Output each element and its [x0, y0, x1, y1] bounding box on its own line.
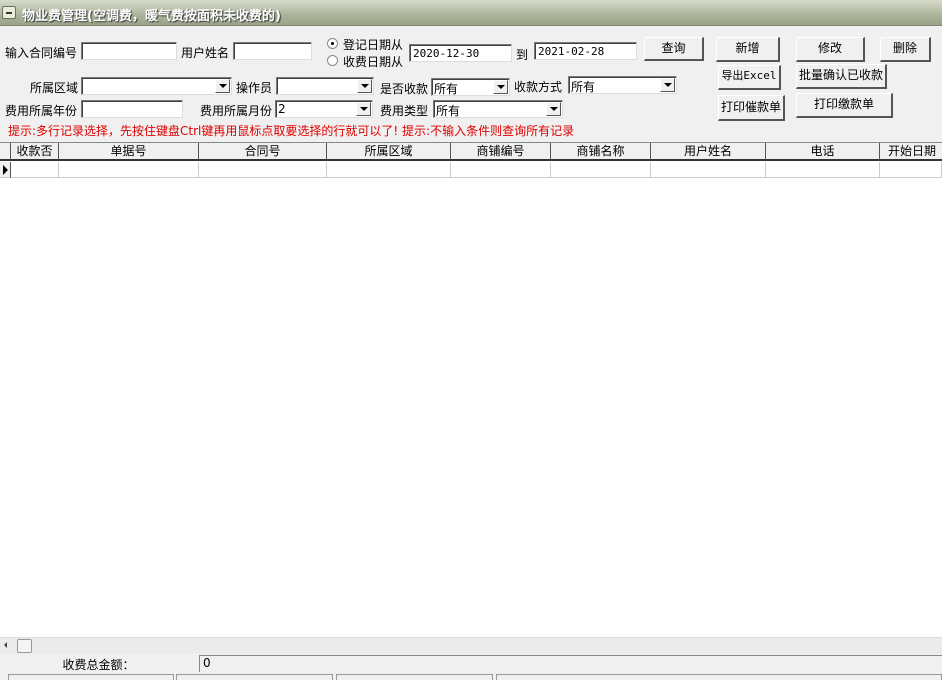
- paid-select[interactable]: 所有: [431, 78, 510, 96]
- fee-type-select[interactable]: 所有: [433, 100, 563, 118]
- area-select[interactable]: [81, 77, 232, 95]
- total-label: 收费总金额：: [62, 658, 135, 672]
- print-payment-button[interactable]: 打印缴款单: [796, 93, 893, 118]
- collapse-icon[interactable]: [2, 6, 16, 19]
- month-value: 2: [278, 102, 286, 116]
- register-date-label: 登记日期从: [343, 38, 404, 52]
- window-title: 物业费管理(空调费，暖气费按面积未收费的): [22, 9, 281, 24]
- chevron-down-icon[interactable]: [660, 78, 675, 92]
- table-cell[interactable]: [766, 162, 880, 178]
- hint-text: 提示:多行记录选择，先按住键盘Ctrl键再用鼠标点取要选择的行就可以了! 提示:…: [8, 124, 575, 138]
- table-cell[interactable]: [59, 162, 199, 178]
- charge-date-label: 收费日期从: [343, 55, 404, 69]
- pay-method-value: 所有: [571, 80, 596, 94]
- title-bar: 物业费管理(空调费，暖气费按面积未收费的): [0, 0, 942, 26]
- col-header-paid[interactable]: 收款否: [11, 143, 59, 161]
- operator-select[interactable]: [276, 77, 374, 95]
- col-header-user-name[interactable]: 用户姓名: [651, 143, 766, 161]
- paid-label: 是否收款: [380, 82, 429, 96]
- table-cell[interactable]: [651, 162, 766, 178]
- total-value: 0: [199, 655, 942, 672]
- col-header-start-date[interactable]: 开始日期: [880, 143, 942, 161]
- user-name-input[interactable]: [233, 42, 312, 60]
- col-header-shop-name[interactable]: 商铺名称: [551, 143, 651, 161]
- area-label: 所属区域: [30, 81, 79, 95]
- operator-label: 操作员: [236, 81, 273, 95]
- status-panel: [496, 674, 942, 680]
- col-header-area[interactable]: 所属区域: [327, 143, 451, 161]
- chevron-down-icon[interactable]: [546, 102, 561, 116]
- charge-date-radio[interactable]: [327, 55, 338, 66]
- chevron-down-icon[interactable]: [215, 79, 230, 93]
- to-label: 到: [516, 48, 529, 62]
- table-cell[interactable]: [551, 162, 651, 178]
- summary-bar: 收费总金额： 0: [0, 655, 942, 672]
- row-indicator-header: [0, 143, 11, 161]
- table-cell[interactable]: [327, 162, 451, 178]
- data-grid[interactable]: 收款否 单据号 合同号 所属区域 商铺编号 商铺名称 用户姓名 电话 开始日期: [0, 142, 942, 637]
- chevron-down-icon[interactable]: [356, 102, 371, 116]
- date-to-input[interactable]: 2021-02-28: [534, 42, 637, 60]
- export-excel-button[interactable]: 导出Excel: [718, 65, 781, 90]
- month-label: 费用所属月份: [200, 104, 273, 118]
- pay-method-label: 收款方式: [514, 80, 563, 94]
- query-button[interactable]: 查询: [644, 37, 704, 61]
- add-button[interactable]: 新增: [716, 37, 780, 62]
- horizontal-scrollbar[interactable]: [0, 637, 942, 654]
- date-from-input[interactable]: 2020-12-30: [409, 44, 512, 62]
- table-cell[interactable]: [199, 162, 327, 178]
- contract-no-label: 输入合同编号: [5, 46, 78, 60]
- status-panel: [336, 674, 493, 680]
- paid-value: 所有: [434, 82, 459, 96]
- year-input[interactable]: [81, 100, 183, 118]
- chevron-down-icon[interactable]: [357, 79, 372, 93]
- batch-confirm-button[interactable]: 批量确认已收款: [796, 64, 887, 89]
- col-header-phone[interactable]: 电话: [766, 143, 880, 161]
- print-reminder-button[interactable]: 打印催款单: [718, 95, 785, 121]
- register-date-radio[interactable]: [327, 38, 338, 49]
- month-select[interactable]: 2: [275, 100, 373, 118]
- current-row-indicator: [0, 162, 11, 178]
- col-header-contract-no[interactable]: 合同号: [199, 143, 327, 161]
- fee-type-value: 所有: [436, 104, 461, 118]
- table-cell[interactable]: [451, 162, 551, 178]
- table-cell[interactable]: [880, 162, 942, 178]
- table-cell[interactable]: [11, 162, 59, 178]
- year-label: 费用所属年份: [5, 104, 78, 118]
- row-pointer-icon: [3, 165, 8, 175]
- col-header-shop-no[interactable]: 商铺编号: [451, 143, 551, 161]
- fee-type-label: 费用类型: [380, 104, 429, 118]
- col-header-bill-no[interactable]: 单据号: [59, 143, 199, 161]
- chevron-down-icon[interactable]: [493, 80, 508, 94]
- user-name-label: 用户姓名: [181, 46, 230, 60]
- edit-button[interactable]: 修改: [796, 37, 865, 62]
- status-bar: [0, 672, 942, 680]
- scroll-thumb[interactable]: [17, 639, 32, 653]
- scroll-left-icon[interactable]: [4, 642, 7, 648]
- delete-button[interactable]: 删除: [880, 37, 931, 62]
- pay-method-select[interactable]: 所有: [568, 76, 677, 94]
- status-panel: [176, 674, 333, 680]
- contract-no-input[interactable]: [81, 42, 177, 60]
- status-panel: [8, 674, 174, 680]
